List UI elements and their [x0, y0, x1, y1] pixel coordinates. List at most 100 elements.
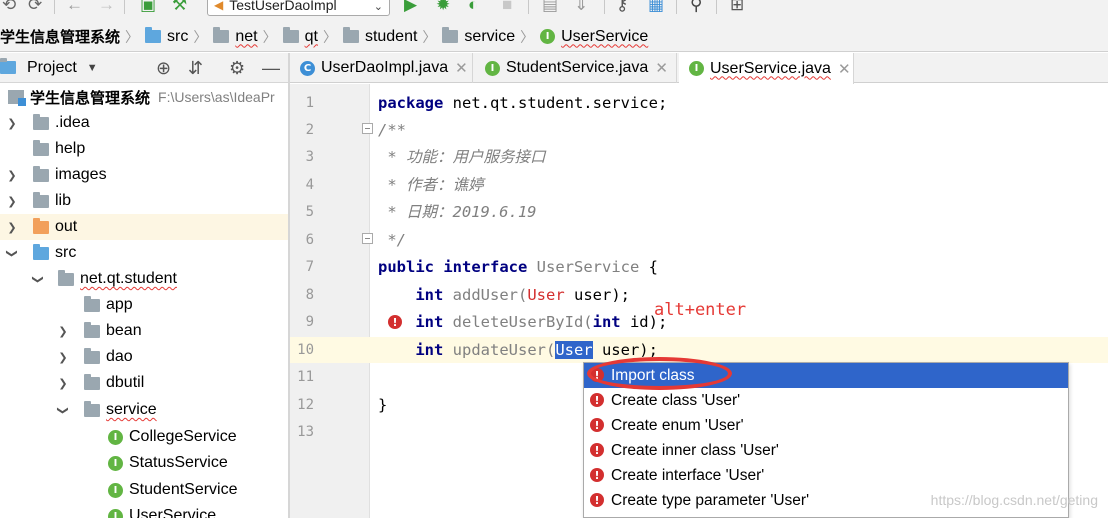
breadcrumb-item-net[interactable]: net: [213, 27, 258, 46]
tree-item-help[interactable]: help: [0, 136, 288, 162]
coverage-icon[interactable]: ◐: [468, 0, 478, 14]
stop-icon[interactable]: ■: [502, 0, 512, 14]
watermark: https://blog.csdn.net/geting: [930, 492, 1098, 508]
breadcrumb-item-src[interactable]: src: [145, 27, 188, 46]
tab-studentservice[interactable]: I StudentService.java ✕: [475, 53, 677, 83]
tree-item-userservice[interactable]: I UserService: [0, 503, 288, 518]
project-view-dropdown[interactable]: Project ▼: [27, 59, 98, 77]
popup-item-import-class[interactable]: ! Import class: [584, 363, 1068, 388]
chevron-right-icon[interactable]: ❯: [6, 169, 18, 182]
editor-tabs: C UserDaoImpl.java ✕ I StudentService.ja…: [290, 53, 1108, 84]
close-icon[interactable]: ✕: [655, 59, 668, 77]
close-icon[interactable]: ✕: [838, 60, 851, 78]
chevron-right-icon[interactable]: ❯: [57, 377, 69, 390]
selected-type-user: User: [555, 341, 593, 359]
line-number: 11: [297, 369, 314, 385]
package-icon: [84, 400, 100, 417]
interface-icon: I: [108, 482, 123, 498]
fold-marker-icon[interactable]: [362, 123, 373, 134]
back-arrow-icon[interactable]: ←: [66, 0, 83, 14]
tree-item-dao[interactable]: ❯ dao: [0, 344, 288, 370]
tab-userservice[interactable]: I UserService.java ✕: [679, 53, 854, 84]
error-bulb-icon[interactable]: !: [388, 315, 402, 329]
locate-file-icon[interactable]: ⊕: [156, 58, 171, 78]
breadcrumb-item-project[interactable]: 学生信息管理系统: [0, 26, 120, 47]
folder-icon: [33, 191, 49, 208]
chevron-right-icon[interactable]: ❯: [57, 351, 69, 364]
redo-icon[interactable]: ⟳: [28, 0, 42, 14]
error-bulb-icon: !: [590, 368, 604, 382]
breadcrumb-item-service[interactable]: service: [442, 27, 515, 46]
interface-icon: I: [108, 508, 123, 518]
interface-icon: I: [108, 455, 123, 471]
tree-item-net-qt-student[interactable]: ❯ net.qt.student: [0, 266, 288, 292]
popup-item-create-enum[interactable]: ! Create enum 'User': [584, 413, 1068, 438]
chevron-down-icon[interactable]: ❯: [6, 247, 19, 259]
project-structure-icon[interactable]: ▤: [542, 0, 558, 14]
close-icon[interactable]: ✕: [455, 59, 468, 77]
debug-icon[interactable]: ✹: [436, 0, 450, 14]
breadcrumb-item-student[interactable]: student: [342, 27, 417, 46]
package-icon: [342, 27, 359, 43]
chevron-down-icon[interactable]: ❯: [32, 273, 45, 285]
tree-item-studentservice[interactable]: I StudentService: [0, 477, 288, 503]
line-number: 1: [305, 95, 314, 111]
search-icon[interactable]: ⚲: [690, 0, 702, 14]
breadcrumb-separator-icon: 〉: [193, 28, 208, 45]
main-toolbar: ⟲ ⟳ ← → ▣ ⚒ ◀ TestUserDaoImpl ⌄ ▶ ✹ ◐ ■ …: [0, 0, 1108, 22]
tree-item-statusservice[interactable]: I StatusService: [0, 450, 288, 476]
chevron-right-icon[interactable]: ❯: [6, 117, 18, 130]
tree-item-src[interactable]: ❯ src: [0, 240, 288, 266]
interface-icon: I: [108, 429, 123, 445]
gear-icon[interactable]: ⚙: [229, 58, 245, 78]
breadcrumb-item-userservice[interactable]: I UserService: [540, 28, 648, 46]
line-number: 9: [305, 314, 314, 330]
settings-wrench-icon[interactable]: ⚷: [616, 0, 628, 14]
tree-item-bean[interactable]: ❯ bean: [0, 318, 288, 344]
fold-marker-icon[interactable]: [362, 233, 373, 244]
chevron-right-icon[interactable]: ❯: [57, 325, 69, 338]
tree-item-service[interactable]: ❯ service: [0, 397, 288, 423]
collapse-all-icon[interactable]: ⇵: [188, 58, 203, 78]
breadcrumb-item-qt[interactable]: qt: [282, 27, 318, 46]
chevron-right-icon[interactable]: ❯: [6, 195, 18, 208]
tree-item-collegeservice[interactable]: I CollegeService: [0, 424, 288, 450]
project-structure-grid-icon[interactable]: ▦: [648, 0, 664, 14]
popup-item-create-inner-class[interactable]: ! Create inner class 'User': [584, 438, 1068, 463]
tree-item-root[interactable]: 学生信息管理系统 F:\Users\as\IdeaPr: [0, 84, 288, 110]
chevron-right-icon[interactable]: ❯: [6, 221, 18, 234]
tree-item-lib[interactable]: ❯ lib: [0, 188, 288, 214]
line-number: 13: [297, 424, 314, 440]
package-icon: [58, 269, 74, 286]
package-icon: [84, 321, 100, 338]
run-configuration-select[interactable]: ◀ TestUserDaoImpl ⌄: [207, 0, 390, 16]
code-line-5: * 日期：2019.6.19: [378, 203, 537, 221]
tree-item-idea[interactable]: ❯ .idea: [0, 110, 288, 136]
build-hammer-icon[interactable]: ⚒: [172, 0, 187, 14]
forward-arrow-icon[interactable]: →: [98, 0, 115, 14]
download-icon[interactable]: ⇓: [574, 0, 588, 14]
run-icon[interactable]: ▶: [404, 0, 417, 14]
tree-item-images[interactable]: ❯ images: [0, 162, 288, 188]
popup-item-create-class[interactable]: ! Create class 'User': [584, 388, 1068, 413]
error-bulb-icon: !: [590, 468, 604, 482]
source-folder-icon: [33, 243, 49, 260]
class-icon: C: [300, 60, 315, 76]
interface-icon: I: [540, 29, 556, 44]
package-icon: [282, 27, 299, 43]
tree-item-dbutil[interactable]: ❯ dbutil: [0, 370, 288, 396]
hide-panel-icon[interactable]: —: [262, 58, 280, 78]
tree-item-out[interactable]: ❯ out: [0, 214, 288, 240]
tab-userdaoimpl[interactable]: C UserDaoImpl.java ✕: [290, 53, 473, 83]
undo-icon[interactable]: ⟲: [2, 0, 16, 14]
chevron-down-icon[interactable]: ❯: [57, 404, 70, 416]
code-line-10: int updateUser(User user);: [378, 341, 658, 359]
code-line-9: int deleteUserById(int id);: [378, 313, 668, 331]
code-line-3: * 功能：用户服务接口: [378, 148, 546, 166]
line-number: 6: [305, 232, 314, 248]
module-icon: [8, 90, 26, 106]
popup-item-create-interface[interactable]: ! Create interface 'User': [584, 463, 1068, 488]
vcs-icon[interactable]: ⊞: [730, 0, 744, 14]
run-arrow-icon[interactable]: ▣: [140, 0, 156, 14]
tree-item-app[interactable]: app: [0, 292, 288, 318]
